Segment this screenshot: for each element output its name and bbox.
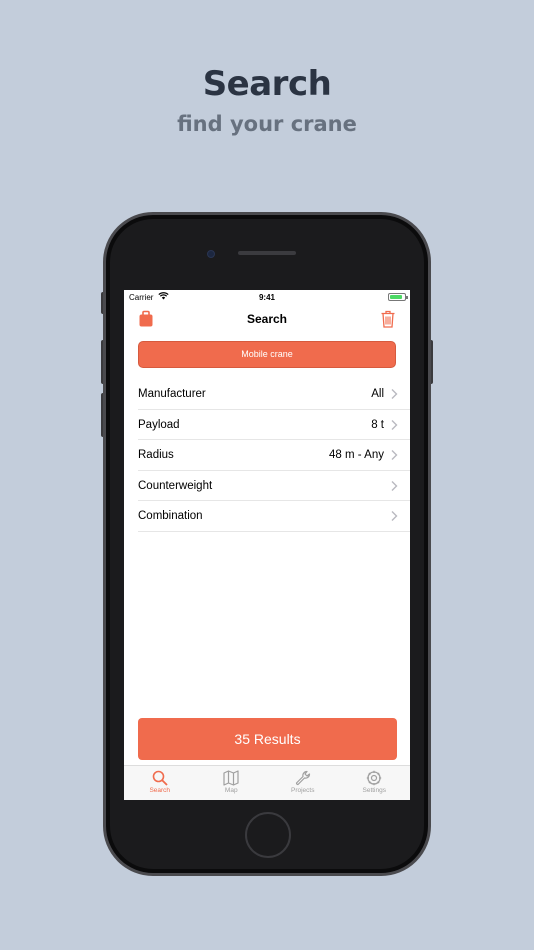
filter-label: Manufacturer bbox=[138, 388, 206, 400]
hero-subtitle: find your crane bbox=[177, 112, 357, 136]
filter-value: 48 m - Any bbox=[329, 449, 384, 461]
status-time: 9:41 bbox=[258, 293, 275, 302]
phone-speaker bbox=[238, 251, 296, 255]
tab-label: Map bbox=[224, 787, 238, 794]
search-icon bbox=[152, 770, 168, 786]
crane-type-button[interactable]: Mobile crane bbox=[138, 341, 396, 368]
chevron-right-icon bbox=[391, 419, 398, 430]
home-button[interactable] bbox=[245, 812, 291, 858]
filter-label: Payload bbox=[138, 418, 180, 431]
hero-title: Search bbox=[202, 64, 332, 104]
nav-bar: Search bbox=[124, 304, 410, 332]
tab-label: Projects bbox=[291, 787, 315, 794]
filter-row-counterweight[interactable]: Counterweight bbox=[138, 471, 410, 501]
chevron-right-icon bbox=[391, 511, 398, 521]
app-screen: Carrier 9:41 Search Mobile crane Manufac… bbox=[124, 290, 410, 800]
tab-label: Search bbox=[149, 787, 171, 794]
tab-bar: Search Map Projects Settings bbox=[124, 765, 410, 800]
filter-row-payload[interactable]: Payload 8 t bbox=[138, 410, 410, 440]
battery-icon bbox=[388, 293, 408, 301]
tab-search[interactable]: Search bbox=[124, 766, 196, 800]
tab-map[interactable]: Map bbox=[196, 766, 268, 800]
filter-value: All bbox=[371, 388, 384, 400]
tab-projects[interactable]: Projects bbox=[267, 766, 339, 800]
map-icon bbox=[223, 770, 239, 786]
tab-label: Settings bbox=[362, 787, 387, 794]
page-title: Search bbox=[246, 312, 288, 326]
filter-value: 8 t bbox=[371, 418, 384, 431]
tab-settings[interactable]: Settings bbox=[339, 766, 411, 800]
filter-label: Radius bbox=[138, 449, 174, 461]
trash-icon[interactable] bbox=[380, 310, 396, 328]
gear-icon bbox=[367, 770, 382, 786]
filter-row-manufacturer[interactable]: Manufacturer All bbox=[138, 379, 410, 410]
filter-label: Counterweight bbox=[138, 479, 213, 492]
chevron-right-icon bbox=[391, 389, 398, 399]
show-results-button[interactable]: 35 Results bbox=[138, 718, 397, 760]
chevron-right-icon bbox=[391, 480, 398, 491]
filter-row-radius[interactable]: Radius 48 m - Any bbox=[138, 440, 410, 471]
front-camera bbox=[207, 250, 215, 258]
wrench-icon bbox=[295, 770, 310, 786]
filter-row-combination[interactable]: Combination bbox=[138, 501, 410, 532]
filter-label: Combination bbox=[138, 510, 203, 522]
status-bar: Carrier 9:41 bbox=[124, 290, 410, 304]
chevron-right-icon bbox=[391, 450, 398, 460]
filter-list: Manufacturer All Payload 8 t Radius 48 m… bbox=[138, 379, 410, 532]
